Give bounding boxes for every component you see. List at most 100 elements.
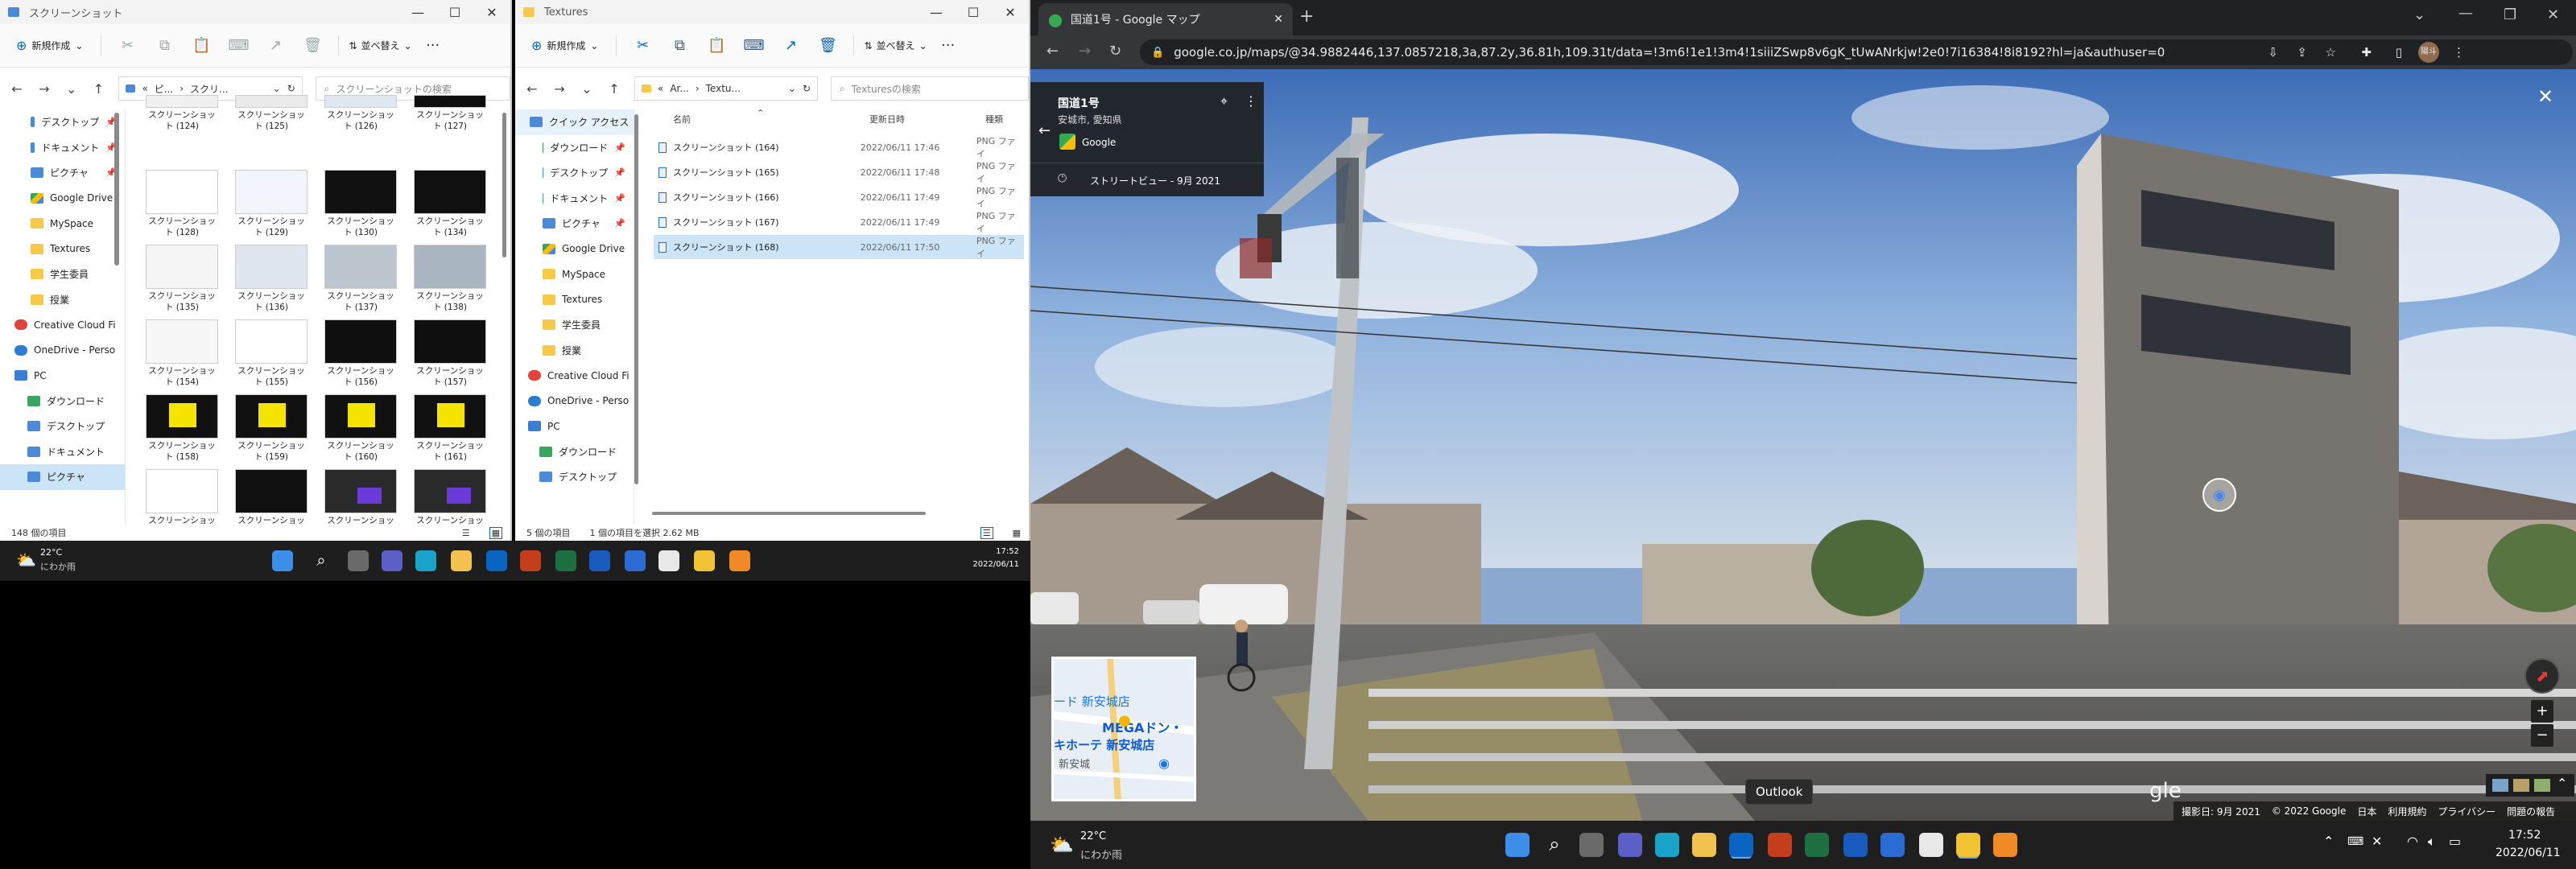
location-marker-icon[interactable]: ◉	[2202, 478, 2236, 512]
chevron-down-icon[interactable]: ⌄	[580, 81, 594, 97]
teams-icon[interactable]	[382, 550, 402, 571]
menu-icon[interactable]: ⋮	[2453, 45, 2465, 60]
outlook-icon[interactable]	[486, 550, 507, 571]
tab-google-maps[interactable]: ⬤ 国道1号 - Google マップ ✕	[1038, 3, 1293, 35]
paste-icon[interactable]: 📋	[185, 37, 217, 54]
share-icon[interactable]: ⇪	[2297, 45, 2307, 60]
nav-item[interactable]: ドキュメント	[0, 439, 125, 465]
cut-icon[interactable]: ✂	[626, 37, 658, 54]
maximize-button[interactable]: ☐	[955, 5, 992, 20]
minimap[interactable]: ード 新安城店 MEGAドン・ キホーテ 新安城店 新安城 ● ◉	[1051, 657, 1196, 801]
sort-button[interactable]: ⇅ 並べ替え ⌄	[349, 39, 411, 52]
thumbnail-item[interactable]: スクリーンショット (137)	[324, 245, 398, 313]
thumbnail-item[interactable]: スクリーンショット (136)	[234, 245, 308, 313]
powerpoint-icon[interactable]	[520, 550, 541, 571]
chrome-icon[interactable]	[694, 550, 715, 571]
layer-thumbnails[interactable]: ⌃	[2486, 774, 2574, 797]
app-tray-icon[interactable]: ✕	[2372, 834, 2382, 849]
up-icon[interactable]: ↑	[607, 81, 621, 97]
volume-icon[interactable]: 🔈︎	[2428, 834, 2436, 850]
nav-item[interactable]: PC	[515, 414, 634, 439]
footer-link[interactable]: 問題の報告	[2507, 805, 2555, 818]
thumbnail-item[interactable]: スクリーンショット (127)	[413, 95, 487, 132]
nav-scrollbar[interactable]	[114, 113, 119, 266]
capture-date-button[interactable]: ストリートビュー - 9月 2021	[1090, 174, 1220, 187]
thumbnail-item[interactable]: スクリーンショット (135)	[145, 245, 219, 313]
expand-icon[interactable]: ⌃	[2557, 776, 2567, 791]
search-field[interactable]: ⌕ Texturesの検索	[831, 76, 1029, 101]
nav-item[interactable]: ダウンロード 📌	[515, 135, 634, 161]
nav-item[interactable]: デスクトップ 📌	[515, 160, 634, 186]
title-bar[interactable]: Textures — ☐ ✕	[515, 0, 1029, 24]
thumbnail-item[interactable]: スクリーンショット (134)	[413, 170, 487, 238]
nav-scrollbar[interactable]	[634, 114, 638, 484]
battery-icon[interactable]: ▭	[2449, 834, 2461, 849]
start-icon[interactable]	[272, 550, 293, 571]
rename-icon[interactable]: ⌨	[222, 37, 254, 54]
edge-icon[interactable]	[415, 550, 436, 571]
clock-date[interactable]: 2022/06/11	[2496, 846, 2561, 859]
back-icon[interactable]: ←	[10, 81, 24, 97]
more-options-icon[interactable]: ⋮	[1245, 93, 1257, 109]
thumbnail-item[interactable]: スクリーンショット (124)	[145, 95, 219, 132]
minimize-button[interactable]: —	[399, 5, 436, 20]
rename-icon[interactable]: ⌨	[737, 37, 770, 54]
view-toggle-tiles-icon[interactable]: ▦	[1013, 528, 1021, 538]
minimize-icon[interactable]: —	[2458, 5, 2473, 22]
share-icon[interactable]: ↗	[774, 37, 807, 54]
profile-avatar[interactable]: 陽斗	[2418, 42, 2439, 63]
new-button[interactable]: ⊕ 新規作成 ⌄	[523, 33, 606, 58]
task-view-icon[interactable]	[348, 550, 369, 571]
maximize-button[interactable]: ☐	[436, 5, 473, 20]
nav-item[interactable]: Google Drive	[0, 186, 125, 212]
refresh-icon[interactable]: ↻	[287, 83, 295, 94]
slack-icon[interactable]	[1919, 833, 1943, 857]
keyboard-icon[interactable]: ⌨	[2347, 835, 2363, 848]
horizontal-scrollbar[interactable]	[652, 512, 926, 515]
zoom-in-button[interactable]: +	[2531, 700, 2553, 723]
content-scrollbar[interactable]	[502, 113, 506, 257]
nav-item[interactable]: クイック アクセス	[515, 109, 634, 135]
nav-item[interactable]: デスクトップ	[0, 414, 125, 439]
column-header-date[interactable]: 更新日時	[869, 113, 905, 126]
close-button[interactable]: ✕	[473, 5, 510, 20]
thumbnail-item[interactable]: スクリーンショット (129)	[234, 170, 308, 238]
address-bar[interactable]: 🔒 google.co.jp/maps/@34.9882446,137.0857…	[1140, 39, 2573, 65]
teams-icon[interactable]	[1618, 833, 1642, 857]
location-pin-icon[interactable]: ⌖	[1220, 93, 1228, 109]
file-explorer-icon[interactable]	[1692, 833, 1716, 857]
chrome-icon[interactable]	[1956, 833, 1980, 857]
nav-item[interactable]: 授業	[0, 287, 125, 313]
back-arrow-icon[interactable]: ←	[1038, 122, 1051, 139]
refresh-icon[interactable]: ↻	[803, 83, 811, 94]
more-icon[interactable]: ···	[932, 37, 964, 54]
file-row[interactable]: スクリーンショット (166) 2022/06/11 17:49 PNG ファイ	[654, 185, 1024, 209]
thumbnail-item[interactable]: スクリーンショット (138)	[413, 245, 487, 313]
weather-icon[interactable]: ⛅	[1050, 834, 1074, 856]
maps-icon[interactable]	[625, 550, 646, 571]
blender-icon[interactable]	[729, 550, 750, 571]
thumbnail-item[interactable]: スクリーンショット (160)	[324, 394, 398, 463]
install-icon[interactable]: ⇩	[2268, 45, 2278, 60]
street-view-panorama[interactable]: ← 国道1号 安城市, 愛知県 ⌖ ⋮ Google 🕐︎ ストリートビュー -…	[1030, 69, 2576, 821]
nav-item[interactable]: デスクトップ 📌	[0, 109, 125, 135]
column-header-name[interactable]: 名前	[673, 113, 691, 126]
file-explorer-icon[interactable]	[451, 550, 472, 571]
thumbnail-item[interactable]: スクリーンショット (128)	[145, 170, 219, 238]
chevron-down-icon[interactable]: ⌄	[64, 81, 79, 97]
paste-icon[interactable]: 📋	[700, 37, 733, 54]
start-icon[interactable]	[1505, 833, 1530, 857]
forward-icon[interactable]: →	[37, 81, 52, 97]
thumbnail-item[interactable]: スクリーンショット (156)	[324, 319, 398, 388]
share-icon[interactable]: ↗	[259, 37, 291, 54]
nav-item[interactable]: 学生委員	[515, 312, 634, 338]
nav-item[interactable]: ドキュメント 📌	[515, 186, 634, 212]
slack-icon[interactable]	[658, 550, 679, 571]
outlook-icon[interactable]	[1729, 833, 1753, 857]
clock-time[interactable]: 17:52	[996, 547, 1019, 556]
nav-item[interactable]: MySpace	[0, 211, 125, 237]
powerpoint-icon[interactable]	[1768, 833, 1792, 857]
nav-item[interactable]: 授業	[515, 338, 634, 364]
task-view-icon[interactable]	[1579, 833, 1604, 857]
file-row[interactable]: スクリーンショット (165) 2022/06/11 17:48 PNG ファイ	[654, 160, 1024, 184]
